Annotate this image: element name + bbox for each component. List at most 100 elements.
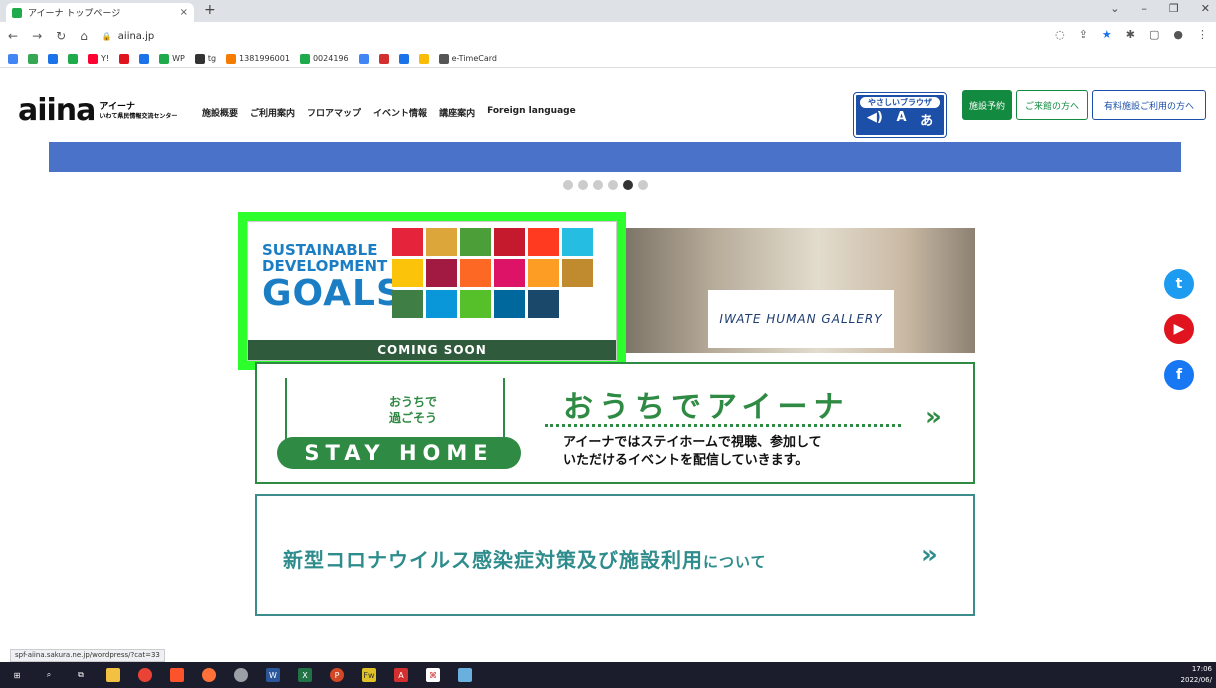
bookmark-item[interactable]: 0024196 xyxy=(299,53,349,64)
pdf-icon[interactable]: ⌘ xyxy=(426,668,440,682)
facility-reservation-button[interactable]: 施設予約 xyxy=(962,90,1012,120)
bookmark-favicon-icon xyxy=(398,53,409,64)
file-explorer-icon[interactable] xyxy=(106,668,120,682)
close-window-icon[interactable]: ✕ xyxy=(1201,2,1210,15)
tab-search-icon[interactable]: ⌄ xyxy=(1110,2,1119,15)
bookmark-item[interactable] xyxy=(28,53,38,64)
bookmark-favicon-icon xyxy=(378,53,389,64)
reload-icon[interactable]: ↻ xyxy=(56,29,66,43)
nav-item-foreign[interactable]: Foreign language xyxy=(487,106,576,119)
slider-dot[interactable] xyxy=(578,180,588,190)
share-icon[interactable]: ⇪ xyxy=(1079,28,1088,41)
word-icon[interactable]: W xyxy=(266,668,280,682)
furigana-icon: あ xyxy=(920,114,934,129)
brave-icon[interactable] xyxy=(170,668,184,682)
site-header: aiina アイーナ いわて県民情報交流センター 施設概要 ご利用案内 フロアマ… xyxy=(0,70,1216,142)
human-gallery-banner[interactable]: IWATE HUMAN GALLERY xyxy=(626,228,975,353)
sdg-goal-icon xyxy=(426,228,457,256)
easy-browser-button[interactable]: やさしいブラウザ ◀) A あ xyxy=(853,92,947,138)
nav-item-events[interactable]: イベント情報 xyxy=(373,106,427,119)
chrome-icon[interactable] xyxy=(138,668,152,682)
profile-icon[interactable]: ● xyxy=(1173,28,1183,41)
youtube-icon[interactable]: ▶ xyxy=(1164,314,1194,344)
bookmark-star-icon[interactable]: ★ xyxy=(1102,28,1112,41)
nav-item-overview[interactable]: 施設概要 xyxy=(202,106,238,119)
stay-home-caption: おうちで 過ごそう xyxy=(389,394,437,426)
sdg-goal-icon xyxy=(528,259,559,287)
sdg-goal-icon xyxy=(494,259,525,287)
clock-time: 17:06 xyxy=(1191,665,1212,673)
bookmark-item[interactable]: e-TimeCard xyxy=(438,53,497,64)
bookmark-favicon-icon xyxy=(48,53,58,64)
bookmark-item[interactable]: Y! xyxy=(88,53,109,64)
search-icon[interactable]: ⌕ xyxy=(42,668,56,682)
extensions-icon[interactable]: ✱ xyxy=(1126,28,1135,41)
browser-icon[interactable] xyxy=(234,668,248,682)
restore-icon[interactable]: ❐ xyxy=(1169,2,1179,15)
bookmark-item[interactable] xyxy=(48,53,58,64)
visitors-button[interactable]: ご来館の方へ xyxy=(1016,90,1088,120)
bookmark-item[interactable] xyxy=(139,53,150,64)
slider-dot[interactable] xyxy=(593,180,603,190)
new-tab-button[interactable]: + xyxy=(204,2,216,18)
minimize-icon[interactable]: – xyxy=(1141,2,1147,15)
notepad-icon[interactable] xyxy=(458,668,472,682)
bookmark-item[interactable] xyxy=(398,53,409,64)
bookmark-item[interactable]: WP xyxy=(159,53,185,64)
taskbar-clock[interactable]: 17:06 2022/06/ xyxy=(1181,664,1212,686)
excel-icon[interactable]: X xyxy=(298,668,312,682)
tracking-icon[interactable]: ◌ xyxy=(1055,28,1065,41)
sdg-goal-icon xyxy=(460,290,491,318)
home-icon[interactable]: ⌂ xyxy=(80,29,88,43)
slider-dot[interactable] xyxy=(623,180,633,190)
bookmark-item[interactable] xyxy=(418,53,429,64)
bookmark-favicon-icon xyxy=(139,53,150,64)
sdgs-line3: GOALS xyxy=(262,273,403,314)
menu-icon[interactable]: ⋮ xyxy=(1197,28,1208,41)
sidepanel-icon[interactable]: ▢ xyxy=(1149,28,1159,41)
slider-dot[interactable] xyxy=(638,180,648,190)
browser-toolbar: ← → ↻ ⌂ 🔒 aiina.jp ◌ ⇪ ★ ✱ ▢ ● ⋮ xyxy=(0,22,1216,50)
bookmark-item[interactable] xyxy=(358,53,369,64)
firefox-icon[interactable] xyxy=(202,668,216,682)
sdgs-line2: DEVELOPMENT xyxy=(262,257,388,275)
site-logo[interactable]: aiina アイーナ いわて県民情報交流センター xyxy=(18,96,177,126)
bookmark-favicon-icon xyxy=(226,53,237,64)
twitter-icon[interactable]: t xyxy=(1164,269,1194,299)
bookmark-favicon-icon xyxy=(358,53,369,64)
bookmark-item[interactable]: 1381996001 xyxy=(226,53,290,64)
slider-dot[interactable] xyxy=(563,180,573,190)
stay-home-banner[interactable]: おうちで 過ごそう STAY HOME おうちでアイーナ アイーナではステイホー… xyxy=(255,362,975,484)
bookmark-item[interactable] xyxy=(378,53,389,64)
bookmark-favicon-icon xyxy=(438,53,449,64)
covid-measures-banner[interactable]: 新型コロナウイルス感染症対策及び施設利用について » xyxy=(255,494,975,616)
browser-tab[interactable]: アイーナ トップページ × xyxy=(6,3,194,22)
paid-facility-button[interactable]: 有料施設ご利用の方へ xyxy=(1092,90,1206,120)
facebook-icon[interactable]: f xyxy=(1164,360,1194,390)
windows-start-icon[interactable]: ⊞ xyxy=(10,668,24,682)
nav-item-courses[interactable]: 講座案内 xyxy=(439,106,475,119)
coming-soon-label: COMING SOON xyxy=(248,340,616,360)
hero-slide[interactable] xyxy=(49,142,1181,172)
app-icon[interactable]: A xyxy=(394,668,408,682)
task-view-icon[interactable]: ⧉ xyxy=(74,668,88,682)
tab-close-icon[interactable]: × xyxy=(180,7,188,18)
nav-item-guide[interactable]: ご利用案内 xyxy=(250,106,295,119)
nav-item-floormap[interactable]: フロアマップ xyxy=(307,106,361,119)
clock-date: 2022/06/ xyxy=(1180,676,1212,684)
bookmark-item[interactable] xyxy=(119,53,130,64)
sdg-goal-icon xyxy=(562,228,593,256)
back-icon[interactable]: ← xyxy=(8,29,18,43)
easy-browser-icons: ◀) A あ xyxy=(856,110,944,129)
logo-kana: アイーナ xyxy=(99,102,135,112)
slider-dot[interactable] xyxy=(608,180,618,190)
fireworks-icon[interactable]: Fw xyxy=(362,668,376,682)
powerpoint-icon[interactable]: P xyxy=(330,668,344,682)
bookmark-item[interactable] xyxy=(8,53,18,64)
bookmark-item[interactable]: tg xyxy=(194,53,216,64)
sdg-goal-icon xyxy=(426,259,457,287)
sdgs-banner[interactable]: SUSTAINABLE DEVELOPMENT GOALS COMING SOO… xyxy=(238,212,626,370)
forward-icon[interactable]: → xyxy=(32,29,42,43)
bookmark-item[interactable] xyxy=(68,53,78,64)
address-bar[interactable]: 🔒 aiina.jp xyxy=(102,31,154,42)
